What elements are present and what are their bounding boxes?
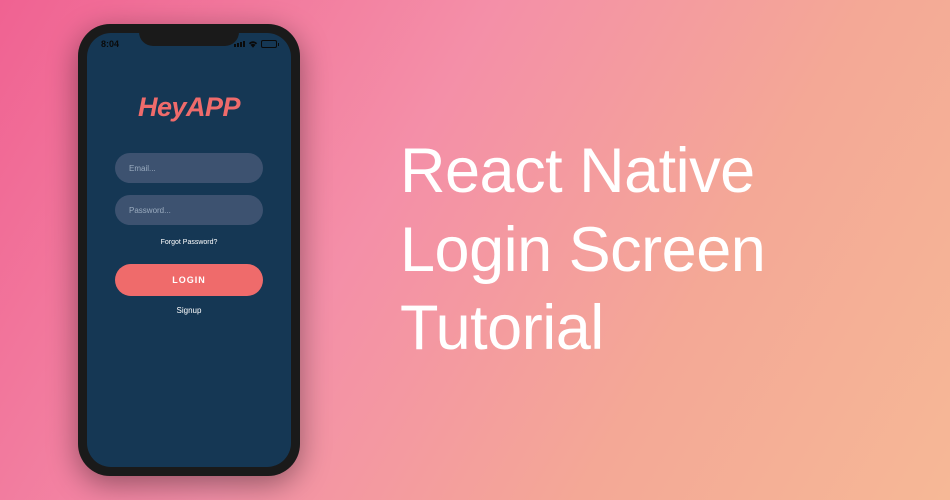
login-button-label: LOGIN bbox=[172, 275, 206, 285]
status-indicators bbox=[234, 40, 277, 48]
login-form: HeyAPP Email... Password... Forgot Passw… bbox=[87, 52, 291, 315]
tutorial-title: React Native Login Screen Tutorial bbox=[400, 132, 765, 368]
password-input[interactable]: Password... bbox=[115, 195, 263, 225]
password-placeholder: Password... bbox=[129, 206, 171, 215]
status-time: 8:04 bbox=[101, 39, 119, 49]
title-line-2: Login Screen bbox=[400, 211, 765, 290]
title-line-1: React Native bbox=[400, 132, 765, 211]
wifi-icon bbox=[248, 40, 258, 48]
signup-link[interactable]: Signup bbox=[177, 306, 202, 315]
app-logo: HeyAPP bbox=[138, 92, 240, 123]
phone-screen: 8:04 bbox=[87, 33, 291, 467]
email-input[interactable]: Email... bbox=[115, 153, 263, 183]
email-placeholder: Email... bbox=[129, 164, 156, 173]
battery-icon bbox=[261, 40, 277, 48]
phone-notch bbox=[139, 24, 239, 46]
phone-frame: 8:04 bbox=[78, 24, 300, 476]
forgot-password-link[interactable]: Forgot Password? bbox=[161, 239, 218, 246]
title-line-3: Tutorial bbox=[400, 289, 765, 368]
phone-mockup: 8:04 bbox=[78, 24, 300, 476]
login-button[interactable]: LOGIN bbox=[115, 264, 263, 296]
signal-icon bbox=[234, 41, 245, 47]
